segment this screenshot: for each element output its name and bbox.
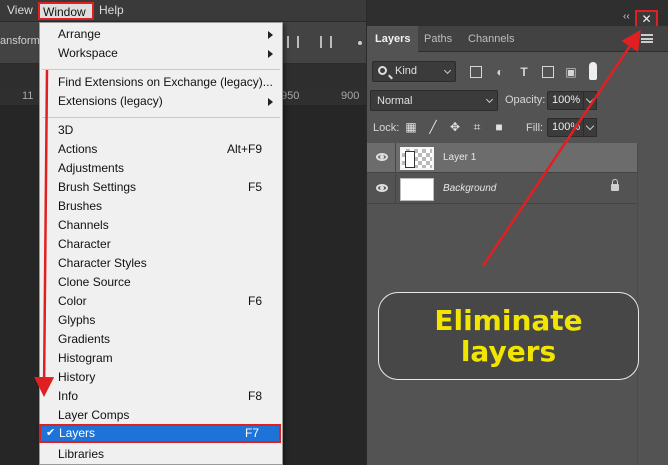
panel-tabs: Layers Paths Channels: [367, 26, 668, 52]
eye-icon[interactable]: [376, 153, 388, 161]
menu-item-layers[interactable]: ✔ Layers F7: [39, 424, 281, 443]
annotation-line: layers: [460, 335, 557, 368]
pixel-filter-icon[interactable]: [470, 66, 482, 78]
ruler-label: 950: [281, 90, 300, 102]
menu-window[interactable]: Window: [38, 2, 94, 20]
submenu-arrow-icon: [268, 98, 273, 106]
menu-item-layer-comps[interactable]: Layer Comps: [40, 406, 282, 425]
blend-mode-select[interactable]: Normal: [370, 90, 498, 111]
menu-item-color[interactable]: Color F6: [40, 292, 282, 311]
menu-separator: [42, 117, 280, 118]
submenu-arrow-icon: [268, 31, 273, 39]
menu-item-arrange[interactable]: Arrange: [40, 25, 282, 44]
menu-separator: [42, 69, 280, 70]
layer-name: Background: [443, 183, 497, 194]
annotation-text: Eliminate layers: [379, 305, 638, 367]
lock-label: Lock:: [373, 122, 400, 134]
menu-item-character[interactable]: Character: [40, 235, 282, 254]
menu-item-character-styles[interactable]: Character Styles: [40, 254, 282, 273]
menu-item-history[interactable]: History: [40, 368, 282, 387]
menu-item-brushes[interactable]: Brushes: [40, 197, 282, 216]
tab-channels[interactable]: Channels: [460, 26, 522, 52]
lock-row: Lock: ▦ ╱ ✥ ⌗ ■ Fill: 100%: [367, 117, 668, 139]
menu-item-find-extensions[interactable]: Find Extensions on Exchange (legacy)...: [40, 73, 282, 92]
chevron-down-icon: [443, 66, 452, 75]
menu-item-channels[interactable]: Channels: [40, 216, 282, 235]
chevron-down-icon: [485, 95, 494, 104]
menu-item-adjustments[interactable]: Adjustments: [40, 159, 282, 178]
type-filter-icon[interactable]: T: [518, 66, 530, 78]
align-icon[interactable]: [287, 36, 299, 48]
panel-header: ‹‹ ✕: [367, 0, 668, 28]
lock-position-icon[interactable]: ✥: [449, 121, 461, 133]
lock-brush-icon[interactable]: ╱: [427, 121, 439, 133]
lock-icon: [611, 179, 619, 191]
opacity-dropdown-icon[interactable]: [583, 91, 597, 110]
lock-artboard-icon[interactable]: ⌗: [471, 121, 483, 133]
layer-thumbnail: [400, 178, 434, 201]
annotation-callout: Eliminate layers: [378, 292, 639, 380]
more-options-icon[interactable]: [358, 41, 362, 45]
divider: [395, 174, 396, 204]
blend-row: Normal Opacity: 100%: [367, 88, 668, 112]
ruler-label: 11: [22, 90, 34, 102]
smart-object-filter-icon[interactable]: ▣: [565, 66, 577, 78]
eye-icon[interactable]: [376, 184, 388, 192]
shape-filter-icon[interactable]: [542, 66, 554, 78]
menu-item-glyphs[interactable]: Glyphs: [40, 311, 282, 330]
fill-label: Fill:: [526, 122, 544, 134]
menu-item-3d[interactable]: 3D: [40, 121, 282, 140]
lock-transparent-icon[interactable]: ▦: [405, 121, 417, 133]
menu-item-libraries[interactable]: Libraries: [40, 445, 282, 464]
kind-filter-select[interactable]: Kind: [372, 61, 456, 82]
annotation-line: Eliminate: [434, 304, 583, 337]
layers-panel: ‹‹ ✕ Layers Paths Channels Kind ◐ T ▣ No…: [366, 0, 668, 465]
lock-all-icon[interactable]: ■: [493, 121, 505, 133]
menu-item-gradients[interactable]: Gradients: [40, 330, 282, 349]
fill-dropdown-icon[interactable]: [583, 118, 597, 137]
ruler-label: 900: [341, 90, 360, 102]
menu-item-clone-source[interactable]: Clone Source: [40, 273, 282, 292]
submenu-arrow-icon: [268, 50, 273, 58]
layer-row[interactable]: Layer 1: [367, 143, 637, 173]
distribute-icon[interactable]: [320, 36, 332, 48]
filter-toggle-icon[interactable]: [589, 62, 597, 80]
tab-paths[interactable]: Paths: [416, 26, 460, 52]
opacity-label: Opacity:: [505, 94, 546, 106]
checkmark-icon: ✔: [46, 427, 56, 439]
layer-name: Layer 1: [443, 152, 477, 163]
menu-item-brush-settings[interactable]: Brush Settings F5: [40, 178, 282, 197]
menu-item-actions[interactable]: Actions Alt+F9: [40, 140, 282, 159]
menu-item-extensions-legacy[interactable]: Extensions (legacy): [40, 92, 282, 111]
layer-filter-row: Kind ◐ T ▣: [367, 58, 668, 84]
menu-bar: View Window Help: [0, 0, 366, 22]
menu-help[interactable]: Help: [99, 3, 124, 17]
menu-view[interactable]: View: [7, 3, 33, 17]
window-menu: Arrange Workspace Find Extensions on Exc…: [39, 22, 283, 465]
menu-item-info[interactable]: Info F8: [40, 387, 282, 406]
menu-item-histogram[interactable]: Histogram: [40, 349, 282, 368]
divider: [395, 143, 396, 173]
layers-scrollbar[interactable]: [637, 143, 668, 465]
layer-row[interactable]: Background: [367, 174, 637, 204]
tab-layers[interactable]: Layers: [367, 26, 419, 52]
search-icon: [378, 66, 387, 75]
layer-thumbnail: [400, 147, 434, 170]
collapse-icon[interactable]: ‹‹: [623, 11, 630, 22]
adjustment-filter-icon[interactable]: ◐: [494, 66, 506, 78]
menu-item-workspace[interactable]: Workspace: [40, 44, 282, 63]
panel-menu-icon[interactable]: [641, 34, 653, 43]
